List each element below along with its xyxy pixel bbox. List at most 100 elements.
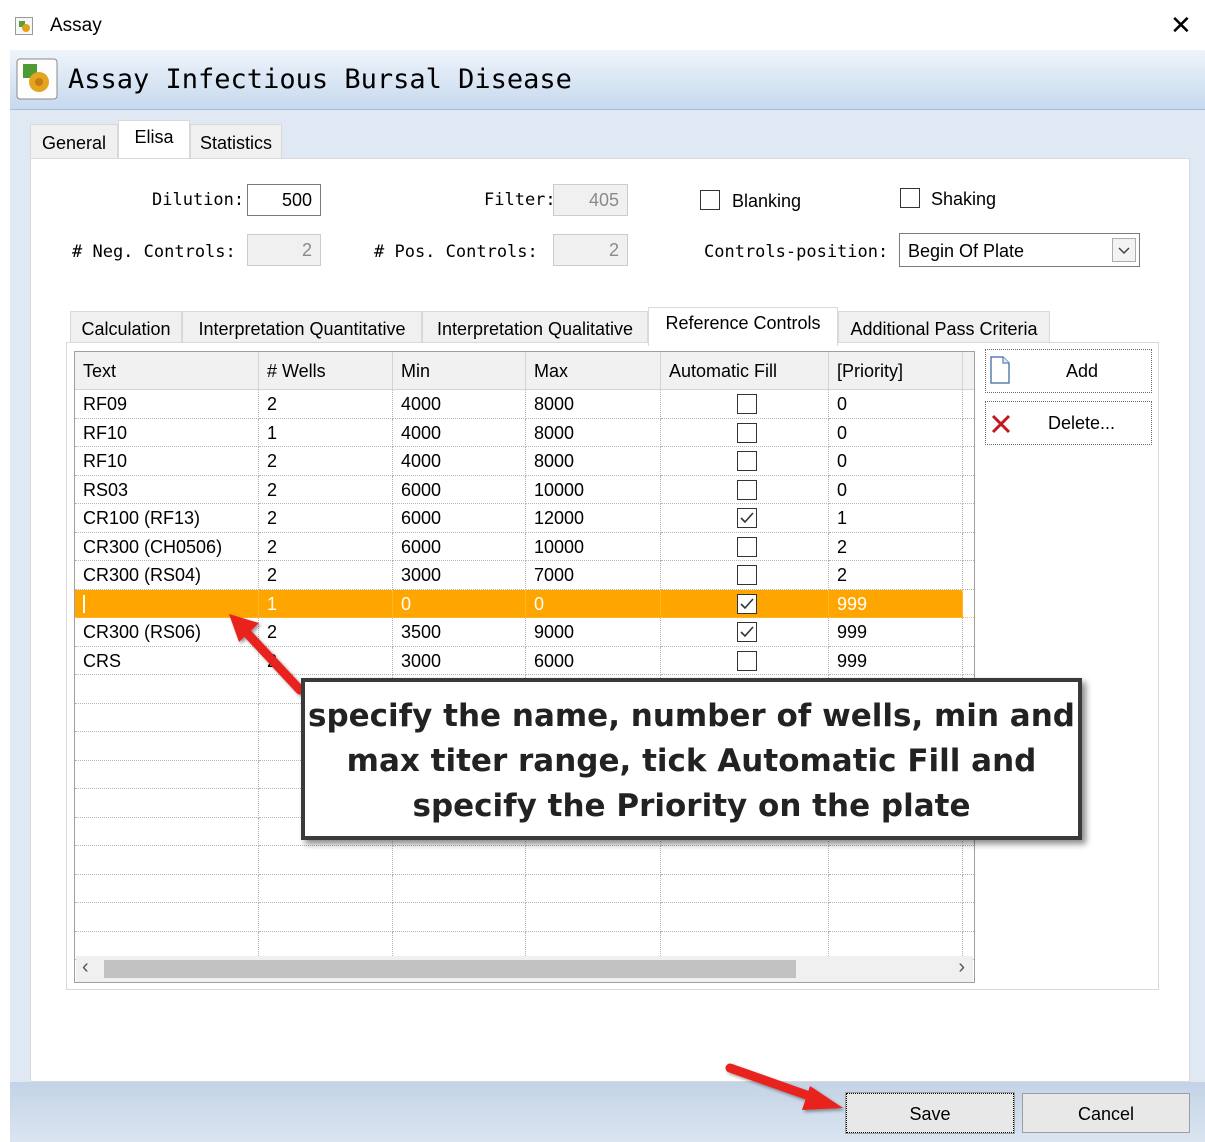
cell-text[interactable] [75,817,259,846]
tab-additional-pass-criteria[interactable]: Additional Pass Criteria [838,311,1050,345]
cell-min[interactable] [393,903,526,932]
column-header-text[interactable]: Text [75,352,259,390]
column-header-wells[interactable]: # Wells [259,352,393,390]
cell-text[interactable]: CR300 (RS04) [75,561,259,590]
table-row[interactable]: CRS 2 3000 6000 999 [75,646,974,675]
empty-table-row[interactable] [75,874,974,903]
cell-max[interactable]: 8000 [526,390,661,419]
cell-wells[interactable]: 1 [259,418,393,447]
cell-automatic-fill[interactable] [661,589,829,618]
column-header-min[interactable]: Min [393,352,526,390]
table-row[interactable]: RS03 2 6000 10000 0 [75,475,974,504]
cell-min[interactable]: 4000 [393,418,526,447]
cell-wells[interactable]: 2 [259,618,393,647]
blanking-checkbox[interactable] [700,190,720,210]
cell-max[interactable] [526,846,661,875]
cell-max[interactable] [526,874,661,903]
shaking-checkbox[interactable] [900,188,920,208]
cell-wells[interactable]: 2 [259,532,393,561]
cell-max[interactable]: 0 [526,589,661,618]
cell-automatic-fill[interactable] [661,561,829,590]
cell-wells[interactable]: 2 [259,447,393,476]
cell-wells[interactable]: 2 [259,561,393,590]
table-row[interactable]: CR300 (CH0506) 2 6000 10000 2 [75,532,974,561]
scroll-left-icon[interactable]: ‹ [82,956,89,979]
cell-text[interactable]: RF10 [75,447,259,476]
cell-min[interactable]: 3000 [393,646,526,675]
chevron-down-icon[interactable] [1112,238,1136,262]
cell-priority[interactable]: 999 [829,618,963,647]
cell-priority[interactable]: 999 [829,646,963,675]
table-row[interactable]: 1 0 0 999 [75,589,974,618]
auto-fill-checkbox[interactable] [737,536,757,557]
cell-text[interactable] [75,589,259,618]
cell-priority[interactable]: 2 [829,532,963,561]
table-row[interactable]: RF09 2 4000 8000 0 [75,390,974,419]
reference-controls-grid[interactable]: Text # Wells Min Max Automatic Fill [Pri… [74,351,975,983]
cell-text[interactable]: RS03 [75,475,259,504]
cell-min[interactable] [393,846,526,875]
auto-fill-checkbox[interactable] [737,451,757,471]
dilution-input[interactable]: 500 [247,184,321,216]
cell-text[interactable]: CRS [75,646,259,675]
cell-automatic-fill[interactable] [661,846,829,875]
column-header-max[interactable]: Max [526,352,661,390]
cell-text[interactable] [75,874,259,903]
tab-general[interactable]: General [30,124,118,158]
auto-fill-checkbox-checked[interactable] [737,593,757,614]
cell-wells[interactable]: 2 [259,475,393,504]
cell-text[interactable] [75,846,259,875]
cell-wells[interactable]: 2 [259,390,393,419]
cell-text[interactable] [75,703,259,732]
cell-min[interactable]: 4000 [393,447,526,476]
cell-text[interactable] [75,789,259,818]
cell-priority[interactable]: 1 [829,504,963,533]
cell-min[interactable] [393,874,526,903]
scrollbar-thumb[interactable] [104,960,796,978]
cell-text[interactable]: CR100 (RF13) [75,504,259,533]
cell-wells[interactable]: 2 [259,646,393,675]
cell-min[interactable]: 0 [393,589,526,618]
table-row[interactable]: CR300 (RS04) 2 3000 7000 2 [75,561,974,590]
cell-priority[interactable]: 0 [829,447,963,476]
cancel-button[interactable]: Cancel [1022,1093,1190,1133]
column-header-priority[interactable]: [Priority] [829,352,963,390]
cell-wells[interactable] [259,874,393,903]
cell-text[interactable] [75,760,259,789]
empty-table-row[interactable] [75,846,974,875]
cell-automatic-fill[interactable] [661,874,829,903]
close-icon[interactable]: ✕ [1170,12,1192,38]
cell-max[interactable]: 8000 [526,418,661,447]
cell-text[interactable] [75,732,259,761]
cell-automatic-fill[interactable] [661,618,829,647]
cell-wells[interactable] [259,903,393,932]
tab-statistics[interactable]: Statistics [190,124,282,158]
auto-fill-checkbox[interactable] [737,565,757,585]
cell-priority[interactable]: 0 [829,390,963,419]
cell-max[interactable]: 7000 [526,561,661,590]
cell-priority[interactable] [829,903,963,932]
cell-max[interactable]: 6000 [526,646,661,675]
tab-elisa[interactable]: Elisa [118,120,190,158]
cell-text[interactable]: RF09 [75,390,259,419]
horizontal-scrollbar[interactable]: ‹ › [76,956,973,982]
auto-fill-checkbox[interactable] [737,479,757,500]
table-row[interactable]: RF10 1 4000 8000 0 [75,418,974,447]
cell-priority[interactable]: 2 [829,561,963,590]
cell-min[interactable]: 6000 [393,475,526,504]
add-button[interactable]: Add [985,349,1152,393]
save-button[interactable]: Save [845,1092,1015,1134]
auto-fill-checkbox-checked[interactable] [737,622,757,642]
table-row[interactable]: CR300 (RS06) 2 3500 9000 999 [75,618,974,647]
cell-wells[interactable]: 1 [259,589,393,618]
delete-button[interactable]: Delete... [985,401,1152,445]
table-row[interactable]: RF10 2 4000 8000 0 [75,447,974,476]
cell-min[interactable]: 3000 [393,561,526,590]
cell-max[interactable] [526,903,661,932]
cell-min[interactable]: 6000 [393,504,526,533]
cell-automatic-fill[interactable] [661,418,829,447]
cell-automatic-fill[interactable] [661,390,829,419]
cell-automatic-fill[interactable] [661,532,829,561]
cell-priority[interactable] [829,846,963,875]
table-row[interactable]: CR100 (RF13) 2 6000 12000 1 [75,504,974,533]
